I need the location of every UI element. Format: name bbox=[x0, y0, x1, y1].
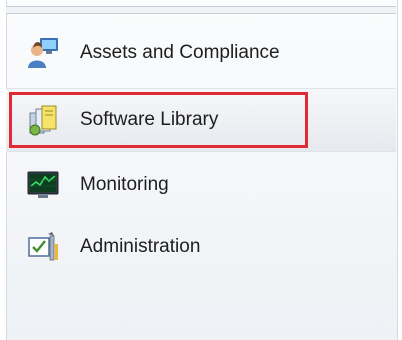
nav-item-label: Administration bbox=[80, 236, 201, 257]
pane-top-border bbox=[6, 6, 396, 14]
software-library-icon bbox=[29, 105, 57, 136]
nav-item-administration[interactable]: Administration bbox=[6, 216, 396, 278]
nav-item-label: Monitoring bbox=[80, 174, 169, 195]
nav-item-label: Assets and Compliance bbox=[80, 42, 280, 63]
nav-item-label: Software Library bbox=[80, 109, 219, 130]
nav-item-software-library[interactable]: Software Library bbox=[6, 89, 396, 151]
nav-item-assets-and-compliance[interactable]: Assets and Compliance bbox=[6, 22, 396, 84]
administration-icon bbox=[28, 232, 58, 261]
nav-item-monitoring[interactable]: Monitoring bbox=[6, 154, 396, 216]
assets-and-compliance-icon bbox=[28, 38, 58, 68]
monitoring-icon bbox=[27, 171, 59, 198]
divider bbox=[6, 151, 396, 152]
